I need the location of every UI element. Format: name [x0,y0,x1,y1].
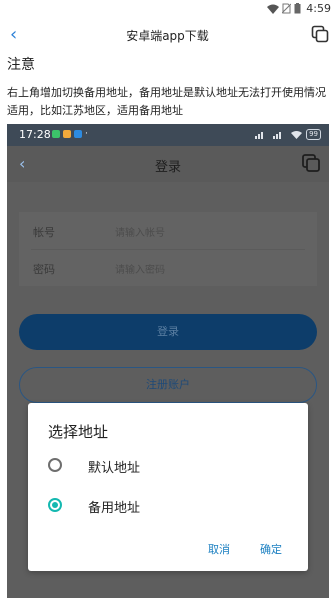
signal-icon [255,131,264,139]
address-dialog: 选择地址 默认地址 备用地址 取消 确定 [28,403,308,571]
wifi-icon [267,4,279,14]
account-label: 帐号 [33,226,55,239]
instruction-screenshot: 17:28 · 99 ‹ 登录 帐号 请输入帐号 密码 请输入密码 登录 注册账… [7,124,329,598]
screenshot-login-button: 登录 [19,314,317,350]
login-button-label: 登录 [157,325,179,338]
page-title: 安卓端app下载 [126,29,209,43]
switch-address-icon[interactable] [311,25,329,43]
option-label: 默认地址 [88,461,141,476]
status-time: 4:59 [306,2,331,15]
option-backup-address: 备用地址 [48,493,288,521]
screenshot-header: ‹ 登录 [7,146,329,182]
dialog-title: 选择地址 [48,423,109,441]
password-row: 密码 请输入密码 [19,249,317,286]
screenshot-status-time: 17:28 [19,128,51,141]
status-icons [267,3,301,14]
app-notification-icon [74,130,82,138]
option-default-address: 默认地址 [48,453,288,481]
login-form: 帐号 请输入帐号 密码 请输入密码 [19,212,317,286]
password-label: 密码 [33,263,55,276]
screenshot-register-button: 注册账户 [19,367,317,403]
battery-icon [294,3,301,14]
option-label: 备用地址 [88,501,141,516]
signal-icon [273,131,282,139]
screenshot-battery: 99 [306,129,321,140]
status-dot: · [85,129,88,139]
screenshot-status-bar: 17:28 · 99 [7,124,329,146]
register-button-label: 注册账户 [146,378,190,391]
account-row: 帐号 请输入帐号 [19,212,317,249]
notice-text: 右上角增加切换备用地址，备用地址是默认地址无法打开使用情况适用，比如江苏地区，适… [7,86,326,117]
account-placeholder: 请输入帐号 [115,228,165,239]
screenshot-title: 登录 [154,160,181,175]
notification-icons: · [52,129,88,139]
app-bar: ‹ 安卓端app下载 [0,18,335,52]
switch-address-icon [302,154,320,172]
password-placeholder: 请输入密码 [115,265,165,276]
confirm-button: 确定 [260,543,282,556]
cancel-button: 取消 [208,543,230,556]
app-notification-icon [52,130,60,138]
radio-selected-icon [48,498,62,512]
screenshot-status-right: 99 [255,129,321,140]
status-bar: 4:59 [0,0,335,18]
radio-unselected-icon [48,458,62,472]
app-notification-icon [63,130,71,138]
no-sim-icon [282,3,291,14]
notice-heading: 注意 [7,57,35,73]
wifi-icon [291,130,303,139]
